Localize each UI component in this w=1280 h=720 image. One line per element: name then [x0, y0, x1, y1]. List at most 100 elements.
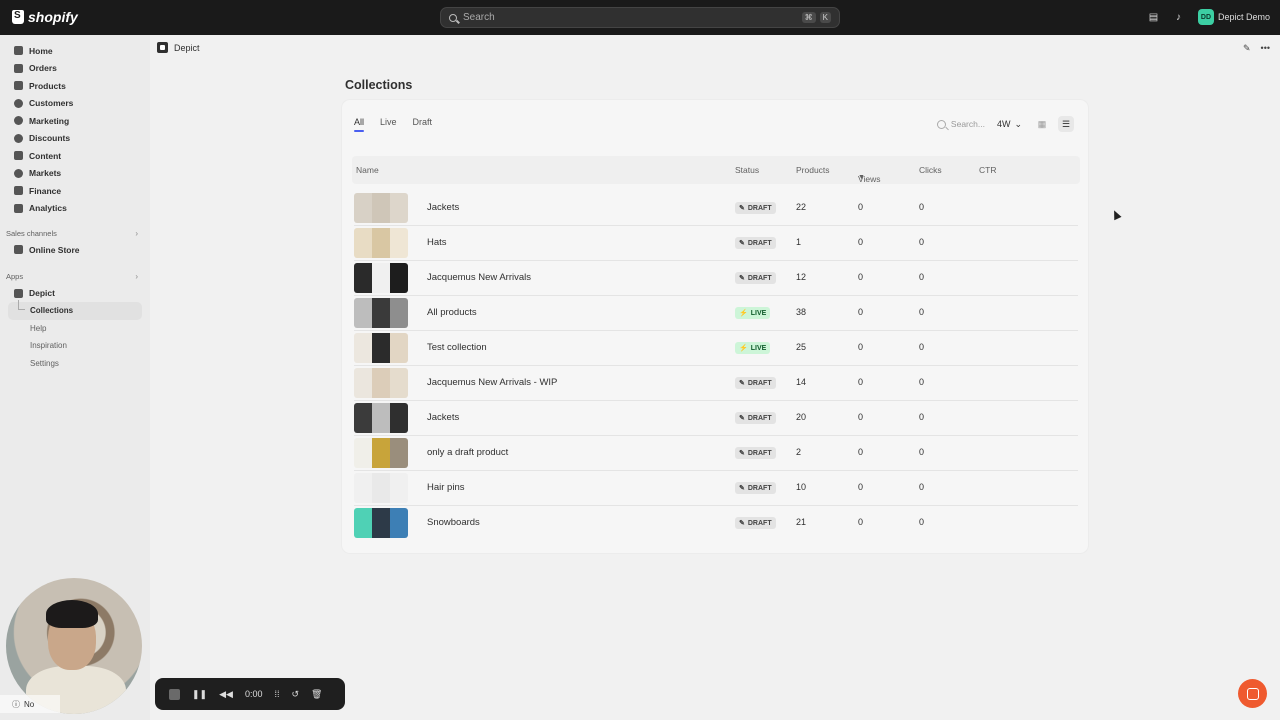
sidebar-item-inspiration[interactable]: Inspiration: [0, 337, 150, 355]
column-header-name[interactable]: Name: [356, 165, 379, 175]
thumbnail-tile: [372, 298, 390, 328]
rewind-icon[interactable]: ◀◀: [219, 689, 233, 700]
sidebar-item-finance[interactable]: Finance: [0, 182, 150, 200]
table-row[interactable]: Jackets ✎ DRAFT 22 0 0: [354, 191, 1078, 226]
sidebar-item-help[interactable]: Help: [0, 320, 150, 338]
sidebar-item-products[interactable]: Products: [0, 77, 150, 95]
sidebar-item-collections[interactable]: Collections: [8, 300, 142, 320]
table-row[interactable]: only a draft product ✎ DRAFT 2 0 0: [354, 436, 1078, 471]
sidebar-item-orders[interactable]: Orders: [0, 60, 150, 78]
k-key: K: [819, 12, 831, 23]
sidebar-item-label: Discounts: [29, 133, 71, 144]
pin-icon[interactable]: ✎: [1243, 43, 1251, 54]
chat-button[interactable]: [1238, 679, 1267, 708]
collection-name[interactable]: Hats: [427, 237, 447, 248]
sidebar-item-customers[interactable]: Customers: [0, 95, 150, 113]
status-text: DRAFT: [747, 519, 772, 527]
delete-icon[interactable]: 🗑: [311, 689, 322, 700]
collection-name[interactable]: Jackets: [427, 412, 459, 423]
status-badge: ✎ DRAFT: [735, 377, 776, 389]
collection-name[interactable]: only a draft product: [427, 447, 508, 458]
sidebar-item-discounts[interactable]: Discounts: [0, 130, 150, 148]
table-row[interactable]: Snowboards ✎ DRAFT 21 0 0: [354, 506, 1078, 541]
column-header-status[interactable]: Status: [735, 165, 759, 175]
sales-channels-section[interactable]: Sales channels ›: [0, 225, 150, 241]
info-icon: ⓘ: [12, 699, 20, 709]
collection-thumbnail: [354, 193, 408, 223]
sidebar-item-analytics[interactable]: Analytics: [0, 200, 150, 218]
top-bar: shopify Search ⌘ K ▤ ♪ DD Depict Demo: [0, 0, 1280, 35]
tag-icon: [14, 81, 23, 91]
table-row[interactable]: All products ⚡ LIVE 38 0 0: [354, 296, 1078, 331]
clicks-count: 0: [919, 307, 925, 317]
sidebar-item-markets[interactable]: Markets: [0, 165, 150, 183]
grid-view-icon[interactable]: ▦: [1034, 116, 1050, 132]
thumbnail-tile: [372, 193, 390, 223]
views-count: 0: [858, 517, 864, 527]
chart-icon: [14, 203, 23, 213]
status-badge: ✎ DRAFT: [735, 202, 776, 214]
table-row[interactable]: Jacquemus New Arrivals - WIP ✎ DRAFT 14 0 0: [354, 366, 1078, 401]
store-icon[interactable]: ▤: [1148, 12, 1159, 23]
pause-icon[interactable]: ❚❚: [192, 689, 207, 700]
collection-name[interactable]: All products: [427, 307, 477, 318]
thumbnail-tile: [354, 473, 372, 503]
collection-name[interactable]: Hair pins: [427, 482, 465, 493]
column-header-clicks[interactable]: Clicks: [919, 165, 942, 175]
globe-icon: [14, 168, 23, 178]
views-count: 0: [858, 272, 864, 282]
date-range-select[interactable]: 4W ⌄: [993, 117, 1026, 132]
thumbnail-tile: [390, 228, 408, 258]
table-row[interactable]: Jackets ✎ DRAFT 20 0 0: [354, 401, 1078, 436]
breadcrumb[interactable]: Depict: [157, 42, 200, 53]
collection-search-input[interactable]: Search...: [936, 119, 985, 129]
table-row[interactable]: Hats ✎ DRAFT 1 0 0: [354, 226, 1078, 261]
tab-draft[interactable]: Draft: [413, 117, 433, 127]
column-header-products[interactable]: Products: [796, 165, 830, 175]
search-icon: [936, 119, 946, 129]
thumbnail-tile: [390, 193, 408, 223]
table-row[interactable]: Hair pins ✎ DRAFT 10 0 0: [354, 471, 1078, 506]
brand-name: shopify: [28, 9, 78, 25]
webcam-label: ⓘ No: [0, 695, 60, 713]
grid-dots-icon[interactable]: ⁞⁞: [274, 689, 279, 699]
table-row[interactable]: Jacquemus New Arrivals ✎ DRAFT 12 0 0: [354, 261, 1078, 296]
list-view-icon[interactable]: ☰: [1058, 116, 1074, 132]
sidebar-item-marketing[interactable]: Marketing: [0, 112, 150, 130]
sidebar-item-home[interactable]: Home: [0, 42, 150, 60]
collection-name[interactable]: Snowboards: [427, 517, 480, 528]
chat-icon: [1246, 687, 1259, 700]
thumbnail-tile: [354, 438, 372, 468]
sidebar-item-settings[interactable]: Settings: [0, 355, 150, 373]
products-count: 25: [796, 342, 807, 352]
views-count: 0: [858, 342, 864, 352]
collection-name[interactable]: Test collection: [427, 342, 487, 353]
apps-section[interactable]: Apps ›: [0, 269, 150, 285]
cmd-key: ⌘: [801, 12, 816, 23]
shopify-logo[interactable]: shopify: [12, 9, 78, 25]
global-search-input[interactable]: Search ⌘ K: [440, 7, 840, 28]
account-menu[interactable]: DD Depict Demo: [1197, 9, 1270, 25]
content-icon: [14, 151, 23, 161]
restart-icon[interactable]: ↺: [291, 689, 299, 700]
products-count: 2: [796, 447, 802, 457]
tab-all[interactable]: All: [354, 117, 365, 132]
thumbnail-tile: [354, 193, 372, 223]
sidebar-item-content[interactable]: Content: [0, 147, 150, 165]
table-row[interactable]: Test collection ⚡ LIVE 25 0 0: [354, 331, 1078, 366]
bell-icon[interactable]: ♪: [1173, 12, 1184, 23]
more-icon[interactable]: •••: [1261, 43, 1270, 54]
section-label: Apps: [6, 272, 24, 281]
sidebar-item-label: Content: [29, 150, 62, 161]
collection-name[interactable]: Jacquemus New Arrivals - WIP: [427, 377, 557, 388]
tab-live[interactable]: Live: [380, 117, 397, 127]
column-header-ctr[interactable]: CTR: [979, 165, 996, 175]
collection-name[interactable]: Jackets: [427, 202, 459, 213]
sidebar-item-label: Home: [29, 45, 53, 56]
target-icon: [14, 116, 23, 126]
sidebar-item-online-store[interactable]: Online Store: [0, 241, 150, 259]
clicks-count: 0: [919, 412, 925, 422]
collection-name[interactable]: Jacquemus New Arrivals: [427, 272, 531, 283]
stop-recording-button[interactable]: [169, 688, 180, 700]
pencil-icon: ✎: [739, 485, 745, 492]
